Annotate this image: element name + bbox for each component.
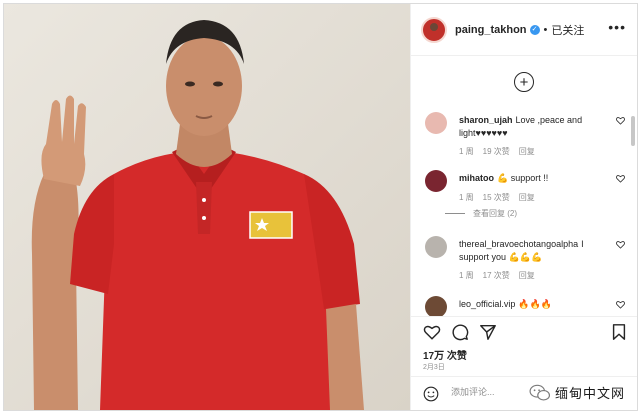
comment-username[interactable]: thereal_bravoechotangoalpha — [459, 239, 578, 249]
more-icon[interactable]: ••• — [608, 20, 626, 34]
watermark: 缅甸中文网 — [529, 383, 625, 402]
comment-time: 1 周 — [459, 271, 474, 280]
comment-icon[interactable] — [451, 323, 469, 341]
replies-line — [445, 213, 465, 214]
emoji-icon[interactable] — [423, 386, 439, 402]
comments-scrollbar[interactable] — [631, 116, 635, 146]
comment-reply-button[interactable]: 回复 — [519, 147, 535, 156]
watermark-text: 缅甸中文网 — [554, 387, 625, 402]
post-side-panel: paing_takhon ✓ • 已关注 ••• + sharon_ujah Lo… — [410, 4, 637, 410]
load-more-icon[interactable]: + — [514, 72, 534, 92]
save-icon[interactable] — [610, 323, 628, 341]
comment-body: mihatoo 💪 support !! — [459, 172, 607, 185]
author-username[interactable]: paing_takhon — [455, 24, 527, 36]
heart-icon[interactable] — [616, 174, 625, 183]
comment-body: sharon_ujah Love ,peace and light♥♥♥♥♥♥ — [459, 114, 607, 140]
heart-icon[interactable] — [616, 240, 625, 249]
post-photo[interactable] — [4, 4, 410, 410]
comment-username[interactable]: sharon_ujah — [459, 115, 513, 125]
comment-meta: 1 周 17 次赞 回复 — [459, 270, 544, 281]
comment-username[interactable]: mihatoo — [459, 173, 494, 183]
comment-likes[interactable]: 17 次赞 — [483, 271, 510, 280]
post-header: paing_takhon ✓ • 已关注 ••• — [411, 4, 637, 56]
comments-list: sharon_ujah Love ,peace and light♥♥♥♥♥♥ 1… — [411, 104, 637, 316]
comment-text: 🔥🔥🔥 — [518, 299, 552, 309]
comment-time: 1 周 — [459, 147, 474, 156]
comment-reply-button[interactable]: 回复 — [519, 271, 535, 280]
post-photo-image — [4, 4, 410, 410]
follow-status-button[interactable]: 已关注 — [551, 22, 584, 38]
comment-meta: 1 周 15 次赞 回复 — [459, 192, 544, 203]
comment-reply-button[interactable]: 回复 — [519, 193, 535, 202]
comment-avatar[interactable] — [425, 296, 447, 316]
author-avatar[interactable] — [421, 16, 447, 43]
comment-username[interactable]: leo_official.vip — [459, 299, 515, 309]
header-separator: • — [543, 23, 548, 36]
action-bar: 17万 次赞 2月3日 — [411, 316, 637, 376]
verified-icon: ✓ — [529, 24, 540, 35]
instagram-post: paing_takhon ✓ • 已关注 ••• + sharon_ujah Lo… — [3, 3, 638, 411]
comment-avatar[interactable] — [425, 112, 447, 134]
comment-avatar[interactable] — [425, 170, 447, 192]
comment-body: thereal_bravoechotangoalpha I support you… — [459, 238, 607, 264]
view-replies-button[interactable]: 查看回复 (2) — [445, 208, 517, 219]
comment-body: leo_official.vip 🔥🔥🔥 — [459, 298, 607, 311]
like-count[interactable]: 17万 次赞 — [423, 347, 467, 362]
comment-likes[interactable]: 19 次赞 — [483, 147, 510, 156]
post-date: 2月3日 — [423, 364, 445, 371]
view-replies-label: 查看回复 (2) — [473, 209, 517, 218]
comment-meta: 1 周 19 次赞 回复 — [459, 146, 544, 157]
comment-likes[interactable]: 15 次赞 — [483, 193, 510, 202]
comment-text: 💪 support !! — [497, 173, 549, 183]
share-icon[interactable] — [479, 323, 497, 341]
wechat-logo-icon — [529, 384, 551, 401]
comment-time: 1 周 — [459, 193, 474, 202]
heart-icon[interactable] — [616, 116, 625, 125]
heart-icon[interactable] — [616, 300, 625, 309]
comment-avatar[interactable] — [425, 236, 447, 258]
heart-icon[interactable] — [423, 323, 441, 341]
